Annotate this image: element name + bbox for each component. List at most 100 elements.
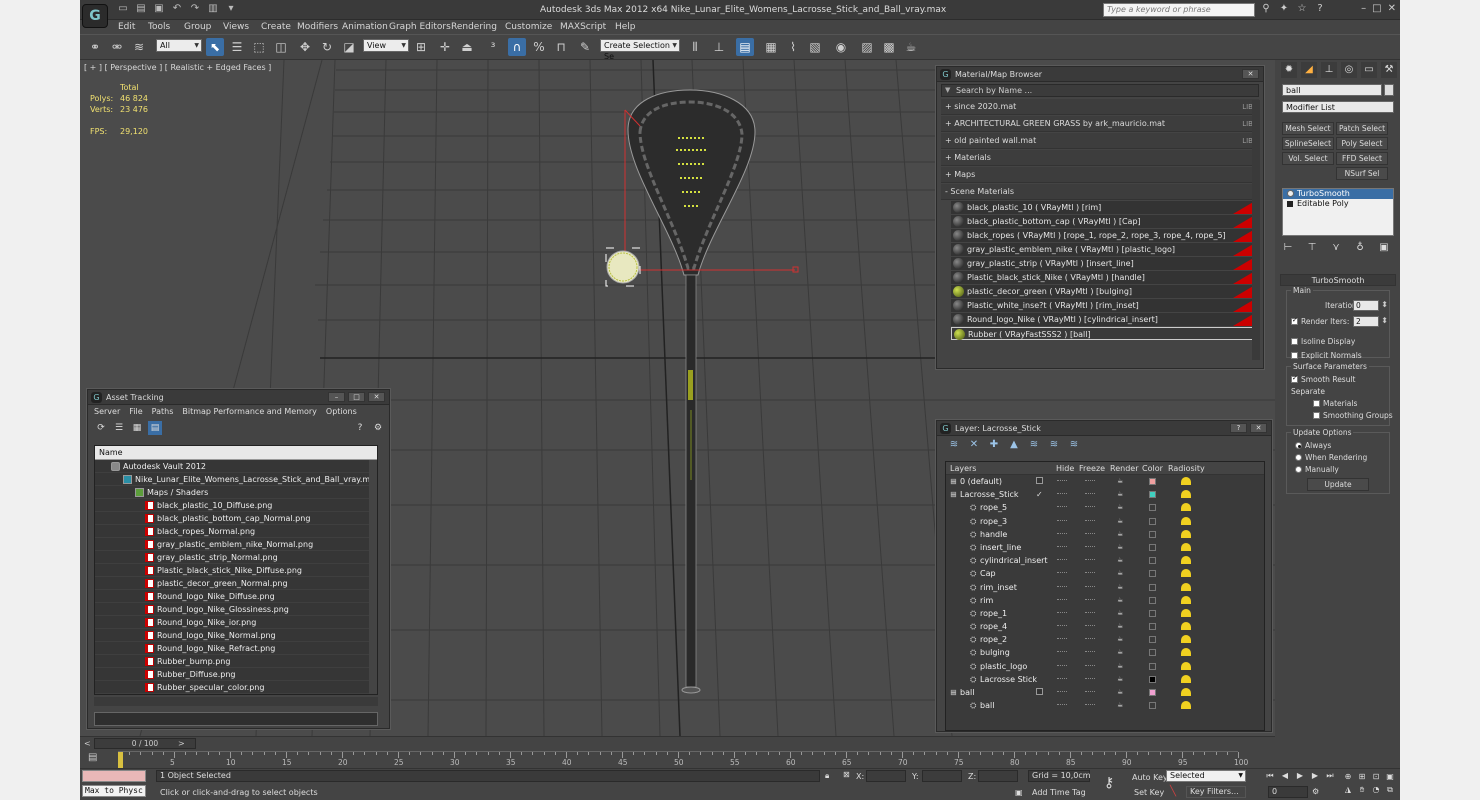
- hide-toggle[interactable]: [1057, 545, 1067, 548]
- menu-options[interactable]: Options: [326, 405, 357, 418]
- delete-layer-icon[interactable]: ✕: [967, 439, 981, 451]
- asset-file-row[interactable]: Rubber_Diffuse.png: [95, 668, 377, 681]
- subscription-icon[interactable]: ✦: [1278, 3, 1290, 14]
- radiosity-icon[interactable]: [1181, 674, 1191, 683]
- zoom-all-icon[interactable]: ⊞: [1356, 771, 1368, 782]
- set-key-button[interactable]: Set Key: [1134, 788, 1164, 797]
- hide-toggle[interactable]: [1057, 585, 1067, 588]
- hide-toggle[interactable]: [1057, 664, 1067, 667]
- maxscript-listener[interactable]: [82, 770, 146, 782]
- lightbulb-icon[interactable]: [1287, 190, 1294, 197]
- layer-row[interactable]: ⛭ rope_2 ☕︎: [946, 633, 1264, 646]
- col-freeze[interactable]: Freeze: [1079, 464, 1105, 473]
- help-icon[interactable]: ?: [1314, 3, 1326, 14]
- asset-file-row[interactable]: plastic_decor_green_Normal.png: [95, 577, 377, 590]
- radiosity-icon[interactable]: [1181, 490, 1191, 499]
- maximize-icon[interactable]: □: [348, 392, 365, 402]
- next-frame-icon[interactable]: ▶: [1310, 771, 1320, 781]
- folder-row[interactable]: Maps / Shaders: [95, 486, 377, 499]
- menu-rendering[interactable]: Rendering: [451, 20, 497, 34]
- configure-sets-icon[interactable]: ▣: [1378, 242, 1390, 253]
- modify-tab-icon[interactable]: ◢: [1301, 62, 1317, 78]
- menu-create[interactable]: Create: [261, 20, 291, 34]
- render-iters-spinner[interactable]: 2: [1353, 316, 1388, 327]
- col-render[interactable]: Render: [1110, 464, 1138, 473]
- schematic-view-icon[interactable]: ▧: [806, 38, 824, 56]
- layer-row[interactable]: ⊟ ≡ ball ☕︎: [946, 686, 1264, 699]
- stack-item-turbosmooth[interactable]: TurboSmooth: [1283, 189, 1393, 199]
- render-teapot-icon[interactable]: ☕︎: [1117, 702, 1125, 709]
- align-icon[interactable]: ⊥: [710, 38, 728, 56]
- radiosity-icon[interactable]: [1181, 661, 1191, 670]
- layer-color-swatch[interactable]: [1149, 517, 1156, 525]
- create-tab-icon[interactable]: ✹: [1281, 62, 1297, 78]
- asset-file-row[interactable]: Rubber_specular_color.png: [95, 681, 377, 694]
- menu-customize[interactable]: Customize: [505, 20, 552, 34]
- max-file-row[interactable]: Nike_Lunar_Elite_Womens_Lacrosse_Stick_a…: [95, 473, 377, 486]
- hide-toggle[interactable]: [1057, 532, 1067, 535]
- layer-row[interactable]: ⛭ rim_inset ☕︎: [946, 581, 1264, 594]
- lock-icon[interactable]: 🔒︎: [825, 771, 829, 781]
- nsurf-sel-button[interactable]: NSurf Sel: [1336, 167, 1388, 180]
- library-row[interactable]: + Materials: [941, 150, 1259, 166]
- layer-color-swatch[interactable]: [1149, 478, 1156, 485]
- new-icon[interactable]: ▭: [116, 3, 130, 15]
- stack-item-editable-poly[interactable]: Editable Poly: [1283, 199, 1393, 209]
- freeze-toggle[interactable]: [1085, 572, 1095, 574]
- layer-row[interactable]: ⛭ insert_line ☕︎: [946, 541, 1264, 554]
- time-config-icon[interactable]: ⚙: [1312, 787, 1319, 796]
- freeze-toggle[interactable]: [1085, 559, 1095, 561]
- hide-toggle[interactable]: [1057, 493, 1067, 495]
- scene-material-row[interactable]: Round_logo_Nike ( VRayMtl ) [cylindrical…: [951, 313, 1255, 326]
- undo-icon[interactable]: ↶: [170, 3, 184, 15]
- material-editor-icon[interactable]: ◉: [832, 38, 850, 56]
- radiosity-icon[interactable]: [1181, 635, 1191, 644]
- display-tab-icon[interactable]: ▭: [1361, 62, 1377, 78]
- radiosity-icon[interactable]: [1181, 582, 1191, 591]
- scene-material-row[interactable]: Rubber ( VRayFastSSS2 ) [ball]: [951, 327, 1255, 340]
- track-bar[interactable]: 5 10 15 20 25 30 35 40 45 50 55 60 65 70 75 80 85 90 95 100: [118, 751, 1248, 768]
- layer-color-swatch[interactable]: [1149, 702, 1156, 710]
- menu-bitmap-performance[interactable]: Bitmap Performance and Memory: [182, 405, 317, 418]
- angle-snap-icon[interactable]: ∩: [508, 38, 526, 56]
- render-teapot-icon[interactable]: ☕︎: [1117, 557, 1125, 564]
- hierarchy-tab-icon[interactable]: ⊥: [1321, 62, 1337, 78]
- freeze-toggle[interactable]: [1085, 625, 1095, 627]
- maxscript-mini-listener[interactable]: Max to Physc: [82, 785, 146, 797]
- isoline-display-checkbox[interactable]: Isoline Display: [1291, 337, 1355, 346]
- layer-row[interactable]: ⛭ bulging ☕︎: [946, 646, 1264, 659]
- when-rendering-radio[interactable]: When Rendering: [1295, 453, 1367, 462]
- hide-toggle[interactable]: [1057, 598, 1067, 601]
- scene-material-row[interactable]: gray_plastic_emblem_nike ( VRayMtl ) [pl…: [951, 243, 1255, 256]
- table-view-icon[interactable]: ▤: [148, 421, 162, 435]
- asset-file-row[interactable]: black_ropes_Normal.png: [95, 525, 377, 538]
- radiosity-icon[interactable]: [1181, 595, 1191, 604]
- create-layer-icon[interactable]: ≋: [947, 439, 961, 451]
- hide-toggle[interactable]: [1057, 480, 1067, 482]
- menu-help[interactable]: Help: [615, 20, 636, 34]
- menu-group[interactable]: Group: [184, 20, 211, 34]
- layer-row[interactable]: ⛭ cylindrical_insert ☕︎: [946, 554, 1264, 567]
- ffd-select-button[interactable]: FFD Select: [1336, 152, 1388, 165]
- layer-color-swatch[interactable]: [1149, 570, 1156, 578]
- refresh-icon[interactable]: ⟳: [94, 421, 108, 435]
- freeze-toggle[interactable]: [1085, 519, 1095, 522]
- app-logo[interactable]: G: [82, 4, 108, 28]
- hide-toggle[interactable]: [1057, 559, 1067, 561]
- asset-file-row[interactable]: Plastic_black_stick_Nike_Diffuse.png: [95, 564, 377, 577]
- x-coordinate-field[interactable]: [866, 770, 906, 782]
- library-row[interactable]: + since 2020.mat LIB: [941, 99, 1259, 115]
- col-layers[interactable]: Layers: [950, 464, 976, 473]
- update-button[interactable]: Update: [1307, 478, 1369, 491]
- current-frame-field[interactable]: 0: [1268, 786, 1308, 798]
- library-row[interactable]: + Maps: [941, 167, 1259, 183]
- freeze-toggle[interactable]: [1085, 585, 1095, 588]
- render-teapot-icon[interactable]: ☕︎: [1117, 675, 1125, 683]
- help-search-input[interactable]: Type a keyword or phrase: [1103, 3, 1255, 17]
- zoom-extents-all-icon[interactable]: ▣: [1384, 771, 1396, 782]
- library-row[interactable]: - Scene Materials: [941, 184, 1259, 200]
- close-icon[interactable]: ✕: [1388, 3, 1396, 14]
- asset-file-row[interactable]: black_plastic_10_Diffuse.png: [95, 499, 377, 512]
- render-teapot-icon[interactable]: ☕︎: [1117, 623, 1125, 630]
- maximize-viewport-icon[interactable]: ⧉: [1384, 784, 1396, 795]
